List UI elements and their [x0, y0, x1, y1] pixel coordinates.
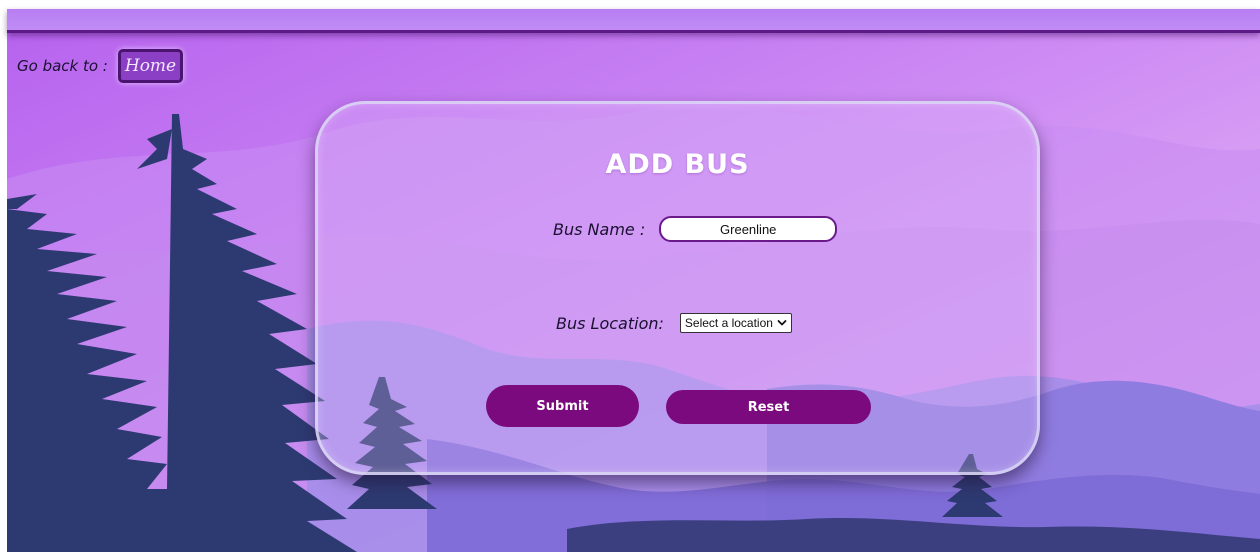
- home-button[interactable]: Home: [117, 49, 184, 83]
- bus-name-input[interactable]: [659, 216, 838, 242]
- submit-button[interactable]: Submit: [486, 385, 639, 427]
- bus-location-label: Bus Location:: [556, 313, 664, 333]
- reset-button[interactable]: Reset: [666, 390, 871, 424]
- add-bus-card: ADD BUS Bus Name : Bus Location: Select …: [315, 101, 1040, 475]
- bus-location-row: Bus Location: Select a location: [556, 313, 792, 333]
- go-back-label: Go back to :: [17, 57, 108, 75]
- chevron-down-icon: [777, 320, 787, 326]
- bus-location-selected-value: Select a location: [684, 316, 773, 330]
- bus-name-label: Bus Name :: [553, 219, 646, 239]
- top-navbar: [7, 9, 1260, 33]
- page: Go back to : Home ADD BUS Bus Name : Bus…: [0, 0, 1260, 552]
- page-title: ADD BUS: [605, 149, 750, 180]
- bus-location-select[interactable]: Select a location: [679, 313, 792, 333]
- go-back-nav: Go back to : Home: [17, 49, 184, 83]
- bus-name-row: Bus Name :: [553, 216, 838, 242]
